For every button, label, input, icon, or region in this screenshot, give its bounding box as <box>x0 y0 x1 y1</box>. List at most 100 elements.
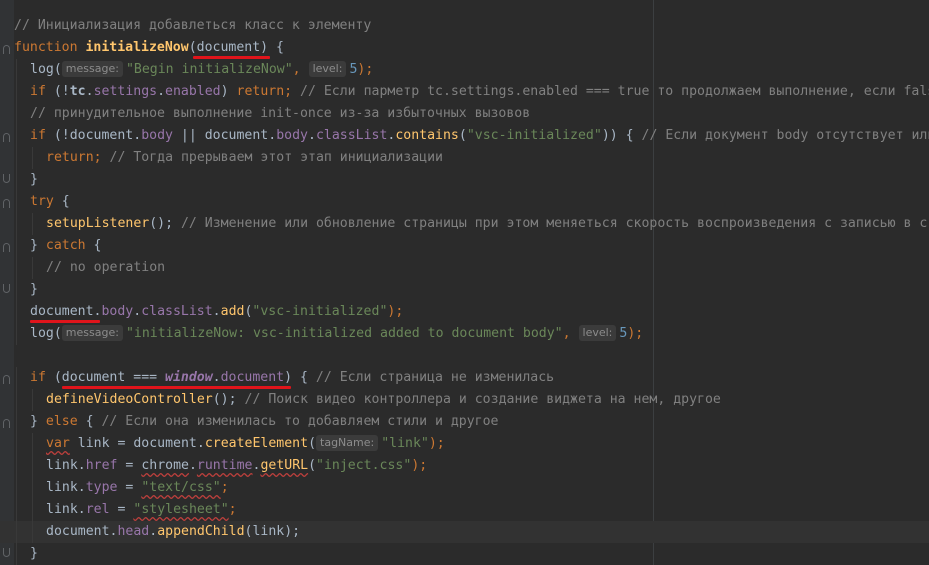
code-token: } <box>30 414 46 429</box>
code-text: } catch { <box>30 235 101 257</box>
indent-guide <box>16 125 17 147</box>
code-token: = <box>117 458 142 473</box>
code-line[interactable]: defineVideoController(); // Поиск видео … <box>0 389 929 411</box>
indent-guide <box>16 191 17 213</box>
indent-guide <box>16 411 17 433</box>
code-line[interactable]: var link = document.createElement(tagNam… <box>0 433 929 455</box>
code-token: "initializeNow: vsc-initialized added to… <box>125 326 563 341</box>
code-line[interactable]: } else { // Если она изменилась то добав… <box>0 411 929 433</box>
fold-close-icon[interactable] <box>3 174 10 183</box>
code-line[interactable]: // Инициализация добавлеться класс к эле… <box>0 15 929 37</box>
code-token: . <box>77 480 86 495</box>
code-text: log(message: "initializeNow: vsc-initiali… <box>30 323 643 345</box>
code-token: initializeNow <box>85 40 189 55</box>
fold-open-icon[interactable] <box>3 375 10 384</box>
code-line[interactable]: return; // Тогда прерываем этот этап ини… <box>0 147 929 169</box>
code-line[interactable]: setupListener(); // Изменение или обновл… <box>0 213 929 235</box>
code-text: defineVideoController(); // Поиск видео … <box>46 389 721 411</box>
red-underline-annotation <box>30 320 100 323</box>
code-text: link.type = "text/css"; <box>46 477 229 499</box>
code-line[interactable]: log(message: "Begin initializeNow", level… <box>0 59 929 81</box>
code-token: appendChild <box>157 524 245 539</box>
indent-guide <box>16 81 17 103</box>
code-text: } <box>30 543 38 565</box>
code-token: )) { <box>601 128 642 143</box>
code-token: || <box>172 128 205 143</box>
parameter-hint: message: <box>61 325 123 341</box>
code-token: if <box>30 370 54 385</box>
code-token: ( <box>53 326 62 341</box>
code-token: // Инициализация добавлеться класс к эле… <box>14 18 372 33</box>
code-token: ( <box>53 62 62 77</box>
code-line[interactable]: if (!tc.settings.enabled) return; // Есл… <box>0 81 929 103</box>
code-line[interactable]: } catch { <box>0 235 929 257</box>
code-line[interactable]: link.type = "text/css"; <box>0 477 929 499</box>
code-token: var <box>46 436 70 451</box>
code-token: if <box>30 84 54 99</box>
code-line[interactable]: } <box>0 279 929 301</box>
code-line[interactable]: document.head.appendChild(link); <box>0 521 929 543</box>
code-token: ); <box>411 458 428 473</box>
code-token: , <box>562 326 579 341</box>
code-token: add <box>220 304 245 319</box>
code-text: // Инициализация добавлеться класс к эле… <box>14 15 371 37</box>
code-line[interactable]: } <box>0 169 929 191</box>
code-line[interactable]: } <box>0 543 929 565</box>
code-token: // no operation <box>46 260 166 275</box>
code-token: ( <box>53 370 62 385</box>
code-token: document <box>46 524 110 539</box>
code-token: body <box>141 128 173 143</box>
code-token: ; <box>228 502 237 517</box>
code-text: // принудительное выполнение init-once и… <box>30 103 530 125</box>
indent-guide <box>16 389 17 411</box>
code-token: try <box>30 194 62 209</box>
parameter-hint: level: <box>308 61 347 77</box>
code-token: contains <box>395 128 459 143</box>
code-line[interactable] <box>0 345 929 367</box>
fold-open-icon[interactable] <box>3 199 10 208</box>
code-token: (); <box>149 216 181 231</box>
code-token: } <box>30 546 38 561</box>
code-token: ) { <box>284 370 316 385</box>
code-token: } <box>30 172 38 187</box>
code-line[interactable]: log(message: "initializeNow: vsc-initiali… <box>0 323 929 345</box>
code-token: document <box>220 370 285 385</box>
code-line[interactable]: document.body.classList.add("vsc-initial… <box>0 301 929 323</box>
code-token: return <box>236 84 285 99</box>
fold-open-icon[interactable] <box>3 243 10 252</box>
indent-guide <box>16 213 17 235</box>
code-line[interactable]: if (!document.body || document.body.clas… <box>0 125 929 147</box>
red-underline-annotation <box>193 56 270 59</box>
fold-close-icon[interactable] <box>3 548 10 557</box>
code-token: window <box>165 370 213 385</box>
code-line[interactable]: // принудительное выполнение init-once и… <box>0 103 929 125</box>
code-line[interactable]: link.href = chrome.runtime.getURL("injec… <box>0 455 929 477</box>
code-editor[interactable]: // Инициализация добавлеться класс к эле… <box>0 0 929 565</box>
code-token: "inject.css" <box>316 458 412 473</box>
code-token: // Тогда прерываем этот этап инициализац… <box>109 150 443 165</box>
code-area[interactable]: // Инициализация добавлеться класс к эле… <box>0 15 929 565</box>
code-line[interactable]: // no operation <box>0 257 929 279</box>
code-line[interactable]: try { <box>0 191 929 213</box>
fold-open-icon[interactable] <box>3 419 10 428</box>
code-token: ; <box>220 480 229 495</box>
code-token: . <box>77 458 86 473</box>
code-token: . <box>196 436 205 451</box>
code-token: link <box>46 480 78 495</box>
fold-close-icon[interactable] <box>3 284 10 293</box>
code-text: try { <box>30 191 70 213</box>
code-line[interactable]: link.rel = "stylesheet"; <box>0 499 929 521</box>
indent-guide <box>16 169 17 191</box>
code-token: . <box>149 524 158 539</box>
code-token: catch <box>45 238 94 253</box>
code-token: . <box>85 84 94 99</box>
code-token: return <box>46 150 94 165</box>
code-line[interactable]: function initializeNow(document) { <box>0 37 929 59</box>
code-token: ; <box>284 84 301 99</box>
code-token: settings <box>93 84 158 99</box>
fold-open-icon[interactable] <box>3 133 10 142</box>
indent-guide <box>32 147 33 169</box>
fold-open-icon[interactable] <box>3 45 10 54</box>
code-text: } <box>30 169 38 191</box>
code-token: document <box>69 128 134 143</box>
